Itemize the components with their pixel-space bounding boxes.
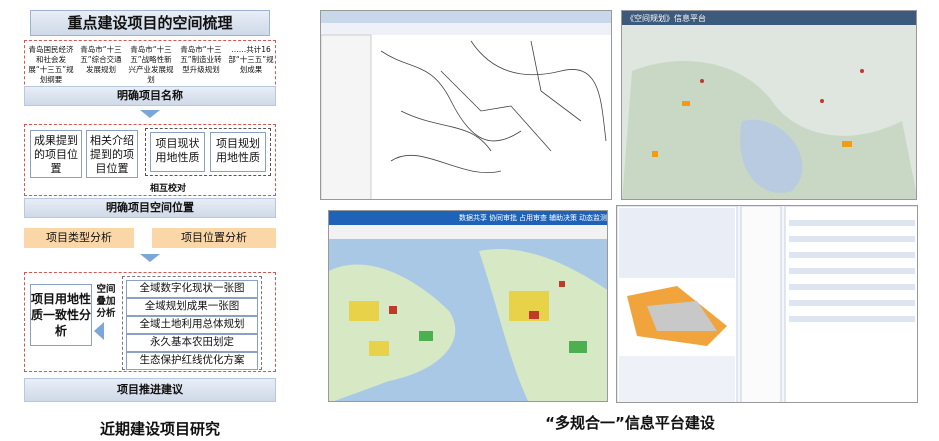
step-promote: 项目推进建议 <box>24 378 276 402</box>
layers-group: 全域数字化现状一张图 全域规划成果一张图 全域土地利用总体规划 永久基本农田划定… <box>122 276 262 370</box>
arrow-down-icon <box>140 110 160 118</box>
source-plan-1: 青岛国民经济和社会发展“十三五”规划纲要 <box>28 45 74 84</box>
source-plan-3: 青岛市“十三五”战略性新兴产业发展规划 <box>128 45 174 84</box>
gis-screenshot-3: 数据共享 协同审批 占用审查 辅助决策 动态监测 <box>328 210 608 402</box>
layer-item: 生态保护红线优化方案 <box>126 352 258 370</box>
layer-item: 全域数字化现状一张图 <box>126 280 258 298</box>
map-landuse-graphic <box>329 225 607 401</box>
box-planned-landuse: 项目规划用地性质 <box>210 132 266 172</box>
box-result-location: 成果提到的项目位置 <box>30 130 82 178</box>
box-current-landuse: 项目现状用地性质 <box>150 132 205 172</box>
arrow-left-icon <box>94 322 104 340</box>
layer-item: 全域土地利用总体规划 <box>126 316 258 334</box>
gis-screenshot-1 <box>320 10 612 200</box>
left-caption: 近期建设项目研究 <box>99 420 220 438</box>
box-intro-location: 相关介绍提到的项目位置 <box>86 130 138 178</box>
type-analysis: 项目类型分析 <box>24 228 134 248</box>
map-city-graphic <box>622 25 916 199</box>
layer-item: 全域规划成果一张图 <box>126 298 258 316</box>
map-lines-graphic <box>321 11 611 199</box>
gis-screenshot-4 <box>616 205 918 403</box>
step-project-name: 明确项目名称 <box>24 86 276 106</box>
gis-screenshot-2: 《空间规划》信息平台 <box>621 10 917 200</box>
screen2-title: 《空间规划》信息平台 <box>626 14 706 23</box>
cross-check-label: 相互校对 <box>149 184 186 194</box>
arrow-down-icon <box>140 254 160 262</box>
step-project-location: 明确项目空间位置 <box>24 198 276 218</box>
flow-title: 重点建设项目的空间梳理 <box>30 10 270 36</box>
source-plan-2: 青岛市“十三五”综合交通发展规划 <box>80 45 122 74</box>
overlay-label: 空间叠加分析 <box>96 284 116 319</box>
layer-item: 永久基本农田划定 <box>126 334 258 352</box>
form-panels-graphic <box>617 206 917 402</box>
source-plan-4: 青岛市“十三五”制造业转型升级规划 <box>180 45 222 74</box>
consistency-analysis: 项目用地性质一致性分析 <box>30 284 92 346</box>
right-caption: “多规合一”信息平台建设 <box>545 414 715 432</box>
source-plan-5: ……共计16部“十三五”规划成果 <box>228 45 274 74</box>
location-analysis: 项目位置分析 <box>152 228 276 248</box>
